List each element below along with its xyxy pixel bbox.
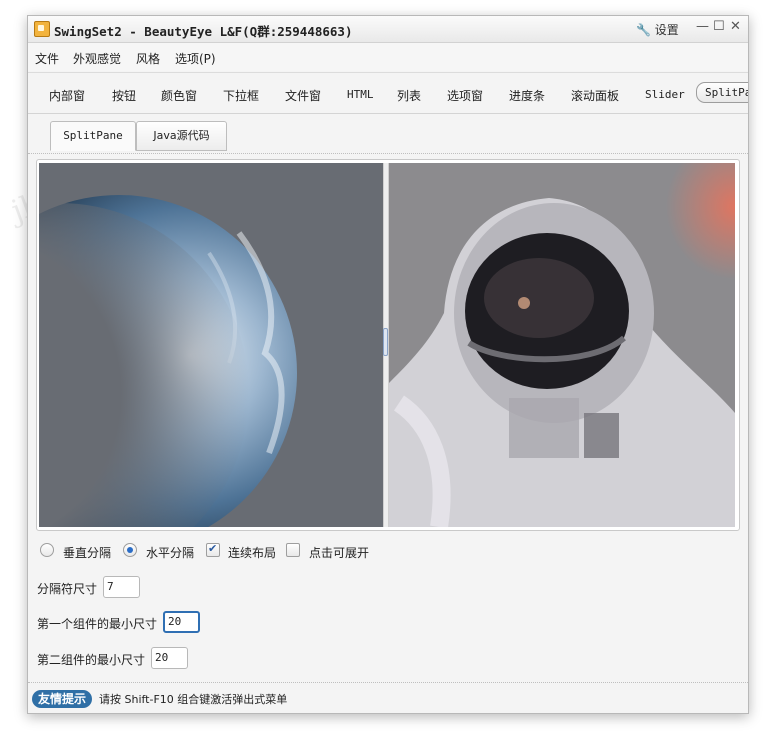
menu-look-and-feel[interactable]: 外观感觉 — [73, 50, 121, 67]
tip-badge: 友情提示 — [32, 690, 93, 708]
tab-html[interactable]: HTML — [347, 88, 374, 101]
maximize-icon[interactable]: ☐ — [713, 19, 725, 34]
app-window: SwingSet2 - BeautyEye L&F(Q群:259448663) … — [27, 15, 749, 714]
wrench-icon: 🔧 — [636, 23, 651, 37]
menu-options[interactable]: 选项(P) — [175, 50, 216, 67]
tab-combobox[interactable]: 下拉框 — [223, 87, 259, 104]
subtab-java-source[interactable]: Java源代码 — [136, 121, 227, 151]
tab-internal-frame[interactable]: 内部窗 — [49, 87, 85, 104]
horizontal-split-radio[interactable] — [123, 543, 137, 557]
tab-progress-bar[interactable]: 进度条 — [509, 87, 545, 104]
minimize-icon[interactable]: — — [696, 19, 709, 34]
continuous-layout-label: 连续布局 — [228, 546, 277, 560]
horizontal-split-label: 水平分隔 — [146, 546, 195, 560]
divider-line — [28, 153, 748, 154]
tab-slider[interactable]: Slider — [645, 88, 685, 101]
second-min-size-field[interactable]: 20 — [151, 647, 188, 669]
divider-size-label: 分隔符尺寸 — [37, 582, 98, 596]
tab-split-pane[interactable]: SplitPa — [696, 82, 748, 103]
menu-file[interactable]: 文件 — [35, 50, 59, 67]
astronaut-svg — [389, 163, 735, 527]
settings-label: 设置 — [654, 23, 679, 37]
continuous-layout-checkbox[interactable] — [206, 542, 220, 557]
status-text: 请按 Shift-F10 组合键激活弹出式菜单 — [99, 693, 288, 706]
first-min-size-label: 第一个组件的最小尺寸 — [37, 617, 158, 631]
second-min-size-label: 第二组件的最小尺寸 — [37, 653, 146, 667]
menu-theme[interactable]: 风格 — [136, 50, 160, 67]
divider-grip[interactable] — [383, 328, 388, 356]
vertical-split-label: 垂直分隔 — [63, 546, 112, 560]
vertical-split-radio[interactable] — [40, 543, 54, 557]
menu-bar: 文件 外观感觉 风格 选项(P) — [28, 43, 748, 71]
settings-button[interactable]: 🔧 设置 — [636, 21, 679, 38]
demo-tab-bar: 内部窗 按钮 颜色窗 下拉框 文件窗 HTML 列表 选项窗 进度条 滚动面板 … — [28, 72, 748, 114]
astronaut-image — [389, 163, 735, 527]
tab-list[interactable]: 列表 — [397, 87, 421, 104]
tab-file-chooser[interactable]: 文件窗 — [285, 87, 321, 104]
earth-svg — [39, 195, 297, 527]
earth-image — [39, 163, 383, 527]
first-min-size-field[interactable]: 20 — [163, 611, 200, 633]
one-touch-expandable-label: 点击可展开 — [309, 546, 370, 560]
split-pane — [36, 159, 740, 531]
subtab-splitpane[interactable]: SplitPane — [50, 121, 136, 151]
one-touch-expandable-checkbox[interactable] — [286, 543, 300, 557]
tab-scroll-pane[interactable]: 滚动面板 — [571, 87, 619, 104]
title-bar[interactable]: SwingSet2 - BeautyEye L&F(Q群:259448663) … — [28, 16, 748, 43]
status-divider — [28, 682, 748, 683]
window-title: SwingSet2 - BeautyEye L&F(Q群:259448663) — [54, 24, 353, 39]
close-icon[interactable]: ✕ — [730, 19, 741, 34]
sub-tab-bar: SplitPane Java源代码 — [28, 113, 748, 155]
tab-option-pane[interactable]: 选项窗 — [447, 87, 483, 104]
divider-size-field[interactable]: 7 — [103, 576, 140, 598]
app-icon — [34, 21, 50, 37]
tab-button[interactable]: 按钮 — [112, 87, 136, 104]
tab-color-chooser[interactable]: 颜色窗 — [161, 87, 197, 104]
